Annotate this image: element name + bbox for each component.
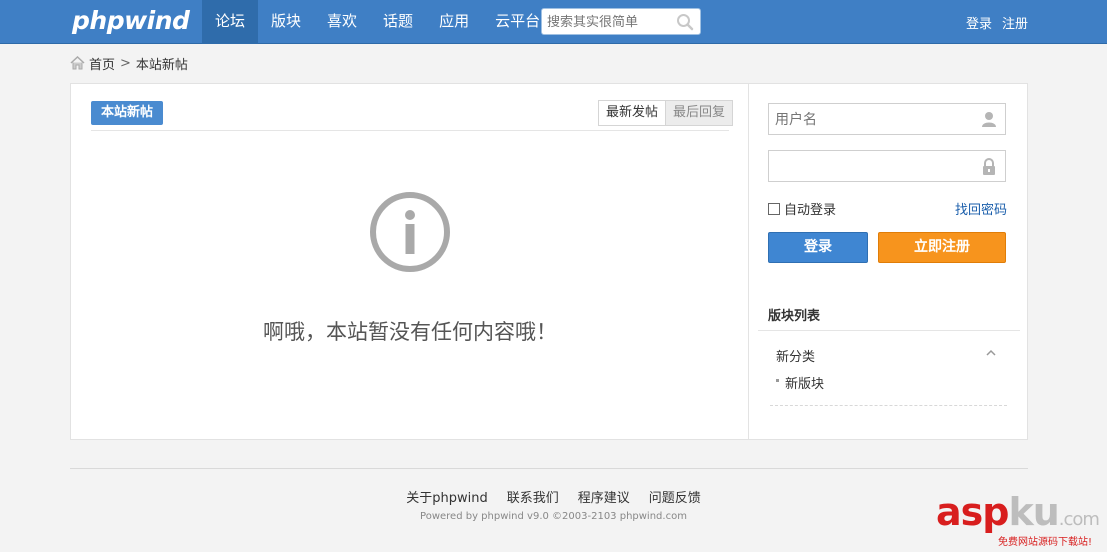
username-field (768, 103, 1006, 135)
nav-item-topics[interactable]: 话题 (370, 0, 426, 44)
password-input[interactable] (775, 157, 965, 177)
empty-message: 啊哦，本站暂没有任何内容哦！ (263, 320, 557, 344)
sidebar: 自动登录 找回密码 登录 立即注册 版块列表 新分类 新版块 (750, 84, 1027, 439)
content-divider (91, 130, 729, 131)
footer-link-feedback[interactable]: 问题反馈 (649, 487, 701, 506)
search-icon[interactable] (676, 13, 694, 31)
breadcrumb-separator: > (120, 55, 131, 71)
user-icon (982, 112, 996, 127)
chevron-up-icon[interactable] (986, 349, 996, 357)
board-item[interactable]: 新版块 (785, 373, 824, 392)
nav-item-boards[interactable]: 版块 (258, 0, 314, 44)
breadcrumb-current: 本站新帖 (135, 57, 188, 73)
sort-last-reply-button[interactable]: 最后回复 (665, 101, 733, 125)
bullet-icon (776, 379, 779, 382)
info-icon (370, 192, 450, 272)
lock-icon (983, 158, 995, 175)
register-button[interactable]: 立即注册 (878, 232, 1006, 263)
breadcrumb: 首页 > 本站新帖 (70, 54, 188, 73)
auto-login-label: 自动登录 (784, 203, 837, 218)
watermark-logo: aspku.com 免费网站源码下载站! (936, 492, 1104, 550)
search-box (541, 8, 701, 35)
header-register-link[interactable]: 注册 (1002, 13, 1028, 32)
auto-login-checkbox[interactable] (768, 202, 780, 215)
main-panel: 本站新帖 最新发帖 最后回复 啊哦，本站暂没有任何内容哦！ 用户名 自动登录 找… (70, 83, 1028, 440)
top-account-links: 登录 注册 (966, 13, 1028, 32)
forgot-password-link[interactable]: 找回密码 (955, 199, 1007, 218)
main-nav: 论坛 版块 喜欢 话题 应用 云平台 (202, 0, 553, 44)
nav-item-forum[interactable]: 论坛 (202, 0, 259, 44)
nav-item-apps[interactable]: 应用 (426, 0, 482, 44)
watermark-ku: ku (1008, 490, 1059, 534)
home-icon (70, 56, 85, 70)
watermark-slogan: 免费网站源码下载站! (998, 537, 1093, 548)
board-list-title: 版块列表 (768, 309, 821, 324)
nav-item-likes[interactable]: 喜欢 (314, 0, 370, 44)
sort-latest-post-button[interactable]: 最新发帖 (599, 101, 666, 125)
header-login-link[interactable]: 登录 (966, 13, 992, 32)
search-input[interactable] (547, 12, 672, 32)
footer-divider (70, 468, 1028, 469)
category-name[interactable]: 新分类 (776, 346, 815, 365)
watermark-com: .com (1058, 509, 1100, 530)
top-header: phpwind 论坛 版块 喜欢 话题 应用 云平台 登录 注册 (0, 0, 1107, 44)
auto-login-option[interactable]: 自动登录 (768, 199, 836, 218)
breadcrumb-home[interactable]: 首页 (89, 54, 115, 73)
board-list-divider (758, 330, 1020, 331)
footer-link-about[interactable]: 关于phpwind (406, 487, 487, 506)
phpwind-logo[interactable]: phpwind (72, 6, 190, 35)
footer-link-suggestions[interactable]: 程序建议 (578, 487, 630, 506)
username-input[interactable] (775, 110, 965, 130)
sort-toggle: 最新发帖 最后回复 (598, 100, 734, 126)
footer-link-contact[interactable]: 联系我们 (507, 487, 559, 506)
tab-new-posts[interactable]: 本站新帖 (91, 101, 164, 125)
password-field (768, 150, 1006, 182)
login-button[interactable]: 登录 (768, 232, 868, 263)
content-area: 本站新帖 最新发帖 最后回复 啊哦，本站暂没有任何内容哦！ (71, 84, 749, 439)
watermark-asp: asp (936, 490, 1009, 534)
board-list-dashed-divider (770, 405, 1007, 406)
